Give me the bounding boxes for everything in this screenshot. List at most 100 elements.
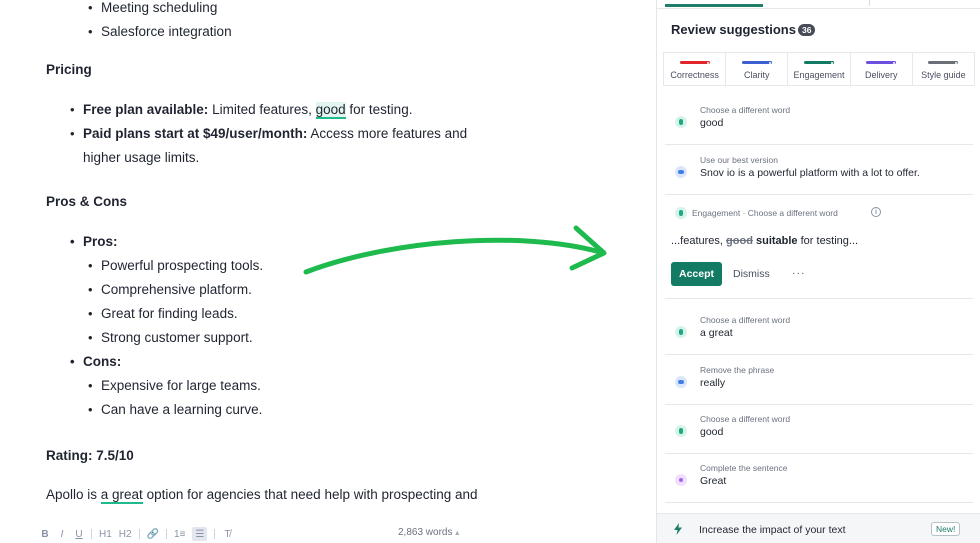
list-item: Great for finding leads. [88,302,263,326]
preview-replacement: suitable [755,235,798,247]
delivery-icon [675,474,687,486]
toolbar-divider [214,529,216,539]
more-options-icon[interactable]: ··· [792,262,806,286]
accept-button[interactable]: Accept [671,262,722,286]
tab-label: Correctness [670,70,719,80]
panel-title: Review suggestions [671,22,796,37]
engagement-icon [675,425,687,437]
delivery-bar [866,61,897,64]
tab-label: Delivery [864,70,898,80]
format-toolbar: B I U H1 H2 🔗 1≡ ☰ T̸ [40,525,232,543]
preview-prefix: ...features, [671,235,727,247]
suggestion-card[interactable]: Complete the sentence Great [665,455,973,503]
pros-label: Pros: [70,230,263,254]
suggestion-card[interactable]: Use our best version Snov io is a powerf… [665,147,973,195]
bullet-list-icon[interactable]: ☰ [192,527,208,541]
pros-cons-list: Pros: Powerful prospecting tools. Compre… [70,230,263,422]
item-text: Limited features, [208,102,316,117]
clear-format-icon[interactable]: T̸ [222,527,232,541]
toolbar-divider [166,529,168,539]
list-item: Paid plans start at $49/user/month: Acce… [70,122,503,170]
tab-divider [869,0,870,6]
clarity-icon [675,166,687,178]
pros-cons-heading: Pros & Cons [46,194,128,209]
tab-correctness[interactable]: Correctness [664,53,727,85]
clarity-icon [675,376,687,388]
suggestion-caption: Engagement · Choose a different word [692,208,838,218]
suggestion-value: really [700,377,726,389]
pricing-heading: Pricing [46,62,92,77]
suggestion-value: good [700,117,724,129]
engagement-bar [804,61,834,64]
suggestion-caption: Complete the sentence [700,463,788,473]
word-count[interactable]: 2,863 words ▴ [398,527,459,538]
cons-label: Cons: [70,350,263,374]
suggestion-card[interactable]: Choose a different word good [665,97,973,145]
style-guide-bar [928,61,959,64]
suggestion-value: good [700,426,724,438]
document-editor[interactable]: Meeting scheduling Salesforce integratio… [0,0,650,543]
tab-style-guide[interactable]: Style guide [913,53,974,85]
tab-delivery[interactable]: Delivery [851,53,913,85]
heading2-button[interactable]: H2 [119,527,132,541]
flagged-phrase-a-great[interactable]: a great [100,487,143,504]
item-text: for testing. [345,102,413,117]
tab-clarity[interactable]: Clarity [726,53,789,85]
tab-engagement[interactable]: Engagement [788,53,851,85]
cons-group: Expensive for large teams. Can have a le… [83,374,263,422]
list-item: Meeting scheduling [88,0,232,20]
suggestion-card[interactable]: Choose a different word a great [665,307,973,355]
cons-list: Expensive for large teams. Can have a le… [83,374,263,422]
suggestion-caption: Choose a different word [700,315,791,325]
tab-label: Engagement [793,70,845,80]
engagement-icon [675,116,687,128]
feature-list: Meeting scheduling Salesforce integratio… [88,0,232,44]
new-badge: New! [931,522,961,536]
suggestion-value: a great [700,327,733,339]
footer-text: Increase the impact of your text [699,524,846,536]
info-icon[interactable]: i [871,207,881,217]
flagged-word-good[interactable]: good [315,102,346,119]
suggestion-card[interactable]: Choose a different word good [665,406,973,454]
rating-heading: Rating: 7.5/10 [46,448,134,463]
list-item: Can have a learning curve. [88,398,263,422]
paragraph-text: Apollo is [46,487,101,502]
panel-tabs [657,0,980,8]
list-item: Powerful prospecting tools. [88,254,263,278]
list-item: Comprehensive platform. [88,278,263,302]
suggestion-value: Snov io is a powerful platform with a lo… [700,167,920,179]
suggestion-caption: Choose a different word [700,414,791,424]
suggestion-card[interactable]: Remove the phrase really [665,357,973,405]
heading1-button[interactable]: H1 [99,527,112,541]
toolbar-divider [138,529,140,539]
suggestion-count-badge: 36 [798,24,816,36]
list-item: Expensive for large teams. [88,374,263,398]
engagement-icon [675,207,687,219]
impact-footer[interactable]: Increase the impact of your text New! [657,513,980,543]
tab-label: Clarity [744,70,770,80]
pricing-list: Free plan available: Limited features, g… [70,98,503,170]
pros-group: Powerful prospecting tools. Comprehensiv… [83,254,263,350]
engagement-icon [675,326,687,338]
suggestion-caption: Choose a different word [700,105,791,115]
link-icon[interactable]: 🔗 [147,527,159,541]
divider [657,8,980,9]
annotation-arrow-icon [303,225,607,275]
italic-button[interactable]: I [57,527,67,541]
correctness-bar [679,61,710,64]
toolbar-divider [91,529,92,539]
suggestions-panel: Review suggestions 36 Correctness Clarit… [656,0,980,543]
word-count-text: 2,863 words [398,527,453,538]
paragraph-text: option for agencies that need help with … [142,487,478,502]
dismiss-button[interactable]: Dismiss [733,262,770,286]
suggestion-caption: Use our best version [700,155,778,165]
paragraph: Apollo is a great option for agencies th… [46,487,478,504]
suggestion-value: Great [700,475,727,487]
ordered-list-icon[interactable]: 1≡ [174,527,185,541]
bold-button[interactable]: B [40,527,50,541]
underline-button[interactable]: U [74,527,84,541]
item-bold: Free plan available: [83,102,209,117]
pros-list: Powerful prospecting tools. Comprehensiv… [83,254,263,350]
caret-up-icon: ▴ [455,528,460,537]
item-bold: Paid plans start at $49/user/month: [83,126,308,141]
